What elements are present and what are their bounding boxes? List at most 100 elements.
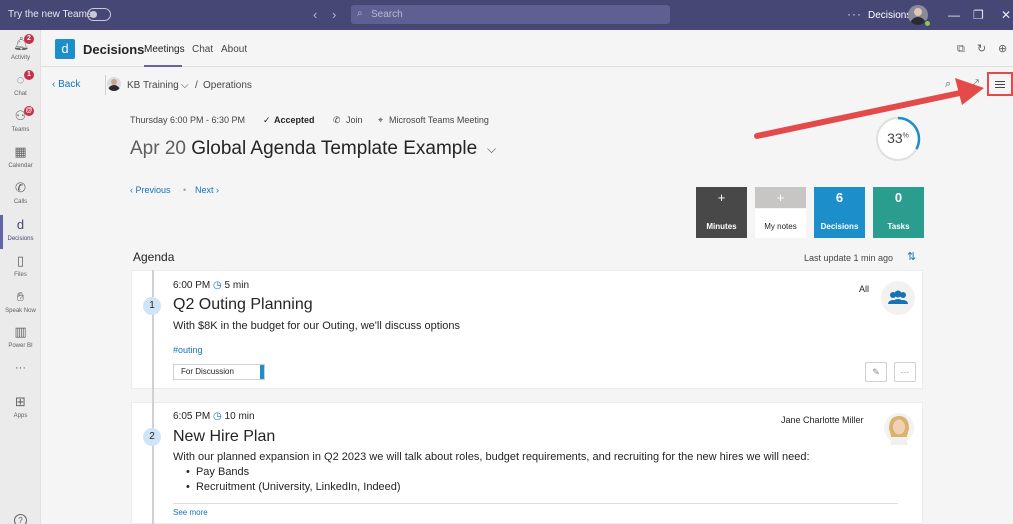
next-link[interactable]: Next › [195,185,219,195]
list-item: • Recruitment (University, LinkedIn, Ind… [186,481,401,493]
rail-item-speak-now[interactable]: ✋︎ Speak Now [0,287,41,321]
breadcrumb-team[interactable]: KB Training [127,80,179,91]
rail-item-activity[interactable]: 🔔︎ 2 Activity [0,34,41,68]
item-time: 6:00 PM ◷ 5 min [173,280,249,291]
popout-icon[interactable]: ⧉ [957,43,969,55]
group-icon [881,281,915,315]
file-icon: ▯ [16,253,25,268]
minutes-label: Minutes [706,222,737,231]
status-select[interactable]: For Discussion [173,364,265,380]
help-icon[interactable]: ? [14,514,27,524]
team-avatar [107,77,121,91]
chevron-down-icon[interactable]: ⌵ [181,80,189,91]
meeting-time: Thursday 6:00 PM - 6:30 PM [130,115,246,125]
maximize-button[interactable]: ❐ [973,8,984,22]
progress-value: 33% [874,130,922,146]
item-start-time: 6:05 PM [173,411,211,422]
chevron-down-icon[interactable]: ⌵ [487,142,496,157]
check-icon: ✓ [263,115,271,125]
content-fade [173,495,898,503]
item-tag[interactable]: #outing [173,345,203,355]
power-bi-icon: ▥ [14,324,27,339]
previous-link[interactable]: ‹ Previous [130,185,171,195]
rail-label: Chat [14,91,27,97]
item-bullet-list: • Pay Bands • Recruitment (University, L… [186,466,401,496]
see-more-link[interactable]: See more [173,508,208,517]
meeting-name: Global Agenda Template Example [191,138,478,159]
rsvp-status[interactable]: Accepted [274,115,315,125]
search-box[interactable]: ⌕ Search [351,5,670,24]
expand-icon[interactable]: ⤢ [970,78,979,91]
more-apps-icon[interactable]: ··· [0,362,41,374]
rail-item-power-bi[interactable]: ▥ Power BI [0,322,41,356]
back-arrow-icon[interactable]: ‹ [313,7,317,22]
add-minutes-icon: + [717,190,726,205]
item-assignee: Jane Charlotte Miller [781,415,864,425]
tab-meetings[interactable]: Meetings [144,44,185,55]
rail-item-decisions[interactable]: d Decisions [0,215,41,249]
hamburger-menu-button[interactable] [987,72,1013,96]
teams-badge: @ [24,106,34,116]
back-link[interactable]: ‹ Back [52,79,80,90]
clock-icon: ◷ [213,280,222,291]
rail-item-files[interactable]: ▯ Files [0,251,41,285]
item-title[interactable]: New Hire Plan [173,428,275,446]
speak-now-icon: ✋︎ [16,289,25,304]
rail-item-teams[interactable]: ⚇ @ Teams [0,106,41,140]
new-teams-toggle[interactable] [87,8,111,21]
more-options-icon[interactable]: ··· [894,362,916,382]
rail-item-calls[interactable]: ✆ Calls [0,178,41,212]
item-description: With $8K in the budget for our Outing, w… [173,320,461,332]
search-placeholder: Search [371,9,403,20]
back-label: Back [58,79,81,90]
bullet-text: Pay Bands [195,466,250,478]
location-icon: ⌖ [378,115,384,125]
minimize-button[interactable]: — [948,8,960,22]
tab-about[interactable]: About [221,44,247,55]
rail-label: Calls [13,199,28,205]
breadcrumb-channel[interactable]: Operations [203,80,252,91]
item-duration: 10 min [224,411,255,422]
item-title[interactable]: Q2 Outing Planning [173,296,313,314]
next-label: Next [195,185,214,195]
tasks-tile[interactable]: 0 Tasks [873,187,924,238]
bullet-text: Recruitment (University, LinkedIn, Indee… [195,481,401,493]
rail-item-chat[interactable]: ◌ 1 Chat [0,70,41,104]
org-name[interactable]: Decisions [868,10,911,21]
last-update: Last update 1 min ago [804,253,894,263]
item-start-time: 6:00 PM [173,280,211,291]
close-button[interactable]: ✕ [1001,8,1011,22]
app-header: d Decisions Meetings Chat About ⧉ ↻ ⊕ [41,30,1013,67]
tab-chat[interactable]: Chat [192,44,213,55]
item-description: With our planned expansion in Q2 2023 we… [173,451,810,463]
app-name: Decisions [83,42,145,57]
item-time: 6:05 PM ◷ 10 min [173,411,255,422]
refresh-icon[interactable]: ↻ [977,43,989,55]
more-options-icon[interactable]: ··· [847,7,862,21]
agenda-heading: Agenda [133,250,175,264]
rail-item-apps[interactable]: ⊞ Apps [0,392,41,426]
join-link[interactable]: Join [346,115,363,125]
globe-icon[interactable]: ⊕ [998,43,1010,55]
edit-icon[interactable]: ✎ [865,362,887,382]
title-bar: Try the new Teams ‹ › ⌕ Search ··· Decis… [0,0,1013,30]
forward-arrow-icon[interactable]: › [332,7,336,22]
rail-label: Decisions [7,236,34,242]
minutes-tile[interactable]: + Minutes [696,187,747,238]
decisions-tile[interactable]: 6 Decisions [814,187,865,238]
rail-label: Files [14,272,27,278]
activity-badge: 2 [24,34,34,44]
my-notes-tile[interactable]: + My notes [755,187,806,238]
status-color-bar [260,365,264,379]
rail-label: Teams [11,127,30,133]
decisions-count: 6 [835,190,844,205]
app-rail: 🔔︎ 2 Activity ◌ 1 Chat ⚇ @ Teams ▦ Calen… [0,30,41,524]
search-icon[interactable]: ⌕ [945,78,951,91]
decisions-label: Decisions [820,222,859,231]
progress-unit: % [902,132,909,140]
rail-item-calendar[interactable]: ▦ Calendar [0,142,41,176]
sort-icon[interactable]: ⇅ [907,250,916,263]
previous-label: Previous [135,185,171,195]
meeting-title[interactable]: Apr 20 Global Agenda Template Example [130,138,477,160]
rail-label: Power BI [8,343,33,349]
